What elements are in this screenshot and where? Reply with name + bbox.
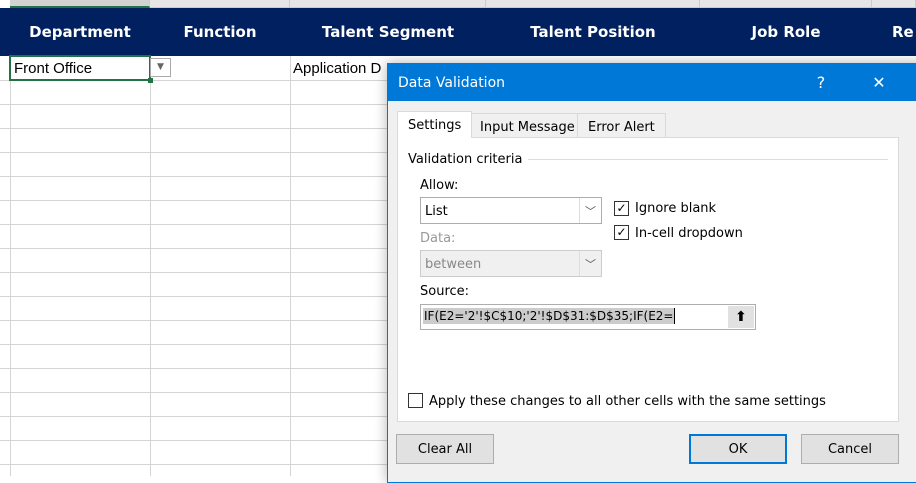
header-talent-segment[interactable]: Talent Segment xyxy=(290,8,486,56)
column-header-d[interactable] xyxy=(486,0,700,8)
cell-dropdown-chevron-down-icon[interactable]: ▼ xyxy=(150,58,171,77)
allow-select[interactable]: List ﹀ xyxy=(420,197,602,224)
collapse-dialog-up-arrow-icon[interactable]: ⬆ xyxy=(728,306,754,328)
close-icon[interactable]: ✕ xyxy=(856,64,902,101)
header-job-role[interactable]: Job Role xyxy=(700,8,872,56)
apply-all-checkbox[interactable] xyxy=(408,393,423,408)
fill-handle[interactable] xyxy=(148,78,153,83)
data-label: Data: xyxy=(420,231,456,246)
dialog-title-bar[interactable]: Data Validation ? ✕ xyxy=(388,64,916,101)
allow-label: Allow: xyxy=(420,178,459,193)
column-header-a[interactable] xyxy=(10,0,150,8)
column-header-e[interactable] xyxy=(700,0,872,8)
chevron-down-icon: ﹀ xyxy=(579,198,601,223)
column-header-f[interactable] xyxy=(872,0,916,8)
divider xyxy=(528,159,888,160)
ok-button[interactable]: OK xyxy=(689,434,787,464)
cancel-button[interactable]: Cancel xyxy=(801,434,899,464)
data-select: between ﹀ xyxy=(420,250,602,277)
column-header-c[interactable] xyxy=(290,0,486,8)
header-partial[interactable]: Re xyxy=(872,8,916,56)
column-header-b[interactable] xyxy=(150,0,290,8)
help-icon[interactable]: ? xyxy=(798,64,844,101)
clear-all-button[interactable]: Clear All xyxy=(396,434,494,464)
ignore-blank-label[interactable]: Ignore blank xyxy=(635,201,716,216)
tab-input-message[interactable]: Input Message xyxy=(469,113,586,138)
apply-all-label[interactable]: Apply these changes to all other cells w… xyxy=(429,394,826,409)
ignore-blank-checkbox[interactable]: ✓ xyxy=(614,201,629,216)
header-function[interactable]: Function xyxy=(150,8,290,56)
data-validation-dialog: Data Validation ? ✕ Settings Input Messa… xyxy=(387,63,916,483)
in-cell-dropdown-checkbox[interactable]: ✓ xyxy=(614,225,629,240)
source-label: Source: xyxy=(420,284,470,299)
cell-c2[interactable]: Application D xyxy=(293,60,381,77)
data-value: between xyxy=(425,257,482,272)
tab-settings[interactable]: Settings xyxy=(397,111,473,138)
chevron-down-icon: ﹀ xyxy=(579,251,601,276)
dialog-title: Data Validation xyxy=(398,74,506,91)
validation-criteria-heading: Validation criteria xyxy=(408,152,523,167)
source-value: IF(E2='2'!$C$10;'2'!$D$31:$D$35;IF(E2= xyxy=(423,308,676,324)
allow-value: List xyxy=(425,204,448,219)
settings-panel: Validation criteria Allow: List ﹀ Data: b… xyxy=(397,137,899,422)
cell-a2-selected[interactable]: Front Office xyxy=(9,55,151,81)
source-input[interactable]: IF(E2='2'!$C$10;'2'!$D$31:$D$35;IF(E2= ⬆ xyxy=(420,304,756,330)
header-talent-position[interactable]: Talent Position xyxy=(486,8,700,56)
header-department[interactable]: Department xyxy=(10,8,150,56)
in-cell-dropdown-label[interactable]: In-cell dropdown xyxy=(635,226,743,241)
tab-error-alert[interactable]: Error Alert xyxy=(577,113,666,138)
